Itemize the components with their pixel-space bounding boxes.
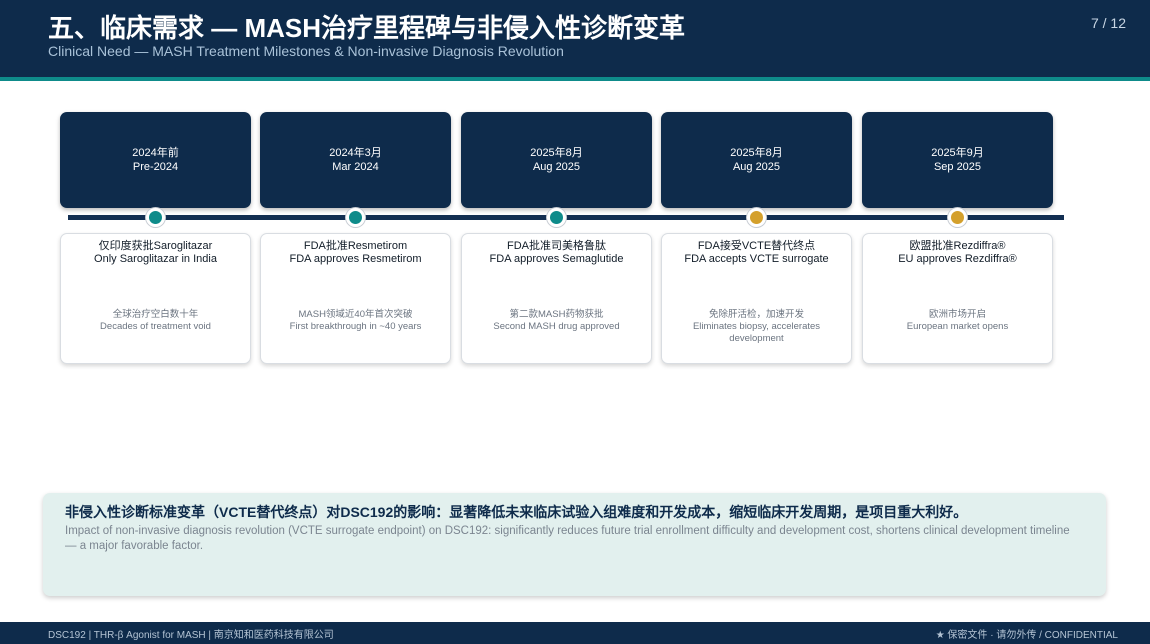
milestone-marker: [547, 208, 566, 227]
milestone-desc-en: European market opens: [906, 321, 1009, 332]
milestone-desc-zh: 欧洲市场开启: [928, 309, 986, 320]
impact-text-zh: 非侵入性诊断标准变革（VCTE替代终点）对DSC192的影响：显著降低未来临床试…: [65, 504, 968, 520]
milestone-date-en: Aug 2025: [532, 161, 581, 173]
milestone-date-en: Pre-2024: [132, 161, 179, 173]
milestone-date-box: 2025年8月 Aug 2025: [661, 112, 852, 208]
milestone-date-box: 2024年3月 Mar 2024: [260, 112, 451, 208]
footer-left-text: DSC192 | THR-β Agonist for MASH | 南京知和医药…: [48, 630, 334, 641]
milestone-date-box: 2024年前 Pre-2024: [60, 112, 251, 208]
milestone-title-zh: FDA接受VCTE替代终点: [697, 240, 816, 252]
milestone-title-en: FDA approves Semaglutide: [489, 253, 624, 265]
milestone-marker: [146, 208, 165, 227]
milestone-date-zh: 2025年8月: [730, 147, 783, 159]
header-bar: 五、临床需求 — MASH治疗里程碑与非侵入性诊断变革 Clinical Nee…: [0, 0, 1150, 77]
milestone-date-zh: 2025年8月: [530, 147, 583, 159]
milestone-desc-zh: 免除肝活检，加速开发: [708, 309, 804, 320]
milestone-card: 仅印度获批Saroglitazar Only Saroglitazar in I…: [60, 233, 251, 364]
milestone-marker: [747, 208, 766, 227]
milestone-date-box: 2025年8月 Aug 2025: [461, 112, 652, 208]
milestone-marker: [346, 208, 365, 227]
milestone-title-zh: 仅印度获批Saroglitazar: [98, 240, 213, 252]
milestone-card: FDA批准司美格鲁肽 FDA approves Semaglutide 第二款M…: [461, 233, 652, 364]
milestone-desc-en: Eliminates biopsy, accelerates developme…: [692, 321, 821, 344]
milestone-title-zh: FDA批准Resmetirom: [303, 240, 408, 252]
milestone-desc-zh: 全球治疗空白数十年: [112, 309, 199, 320]
milestone-desc-en: Decades of treatment void: [100, 321, 211, 332]
milestone-marker: [948, 208, 967, 227]
milestone-desc-en: First breakthrough in ~40 years: [289, 321, 422, 332]
milestone-desc-en: Second MASH drug approved: [493, 321, 620, 332]
impact-text-en: Impact of non-invasive diagnosis revolut…: [65, 525, 1070, 552]
timeline-line: [68, 215, 1064, 220]
milestone-date-en: Sep 2025: [933, 161, 982, 173]
milestone-title-en: FDA accepts VCTE surrogate: [684, 253, 829, 265]
milestone-title-en: FDA approves Resmetirom: [289, 253, 422, 265]
milestone-title-zh: 欧盟批准Rezdiffra®: [909, 240, 1006, 252]
milestone-title-zh: FDA批准司美格鲁肽: [507, 240, 606, 252]
milestone-card: 欧盟批准Rezdiffra® EU approves Rezdiffra® 欧洲…: [862, 233, 1053, 364]
milestone-date-en: Mar 2024: [332, 161, 379, 173]
milestone-date-zh: 2024年3月: [329, 147, 382, 159]
milestone-desc-zh: MASH领域近40年首次突破: [298, 309, 413, 320]
milestone-date-box: 2025年9月 Sep 2025: [862, 112, 1053, 208]
milestone-title-en: Only Saroglitazar in India: [94, 253, 217, 265]
milestone-desc-zh: 第二款MASH药物获批: [509, 309, 604, 320]
impact-callout: 非侵入性诊断标准变革（VCTE替代终点）对DSC192的影响：显著降低未来临床试…: [43, 493, 1106, 596]
milestone-date-en: Aug 2025: [732, 161, 781, 173]
milestone-date-zh: 2025年9月: [931, 147, 984, 159]
footer-bar: DSC192 | THR-β Agonist for MASH | 南京知和医药…: [0, 622, 1150, 644]
header-accent-line: [0, 77, 1150, 81]
slide-title: 五、临床需求 — MASH治疗里程碑与非侵入性诊断变革: [48, 13, 686, 43]
milestone-card: FDA批准Resmetirom FDA approves Resmetirom …: [260, 233, 451, 364]
milestone-card: FDA接受VCTE替代终点 FDA accepts VCTE surrogate…: [661, 233, 852, 364]
slide-subtitle: Clinical Need — MASH Treatment Milestone…: [48, 43, 564, 59]
milestone-date-zh: 2024年前: [132, 147, 179, 159]
page-number: 7 / 12: [1090, 15, 1126, 31]
footer-confidential-text: ★ 保密文件 · 请勿外传 / CONFIDENTIAL: [935, 630, 1118, 641]
milestone-title-en: EU approves Rezdiffra®: [898, 253, 1017, 265]
